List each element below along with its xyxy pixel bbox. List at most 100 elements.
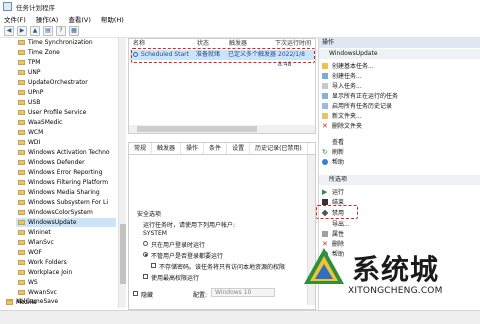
show-hide-tree-icon[interactable]: ▤ <box>43 25 53 36</box>
tab-settings[interactable]: 设置 <box>227 143 251 154</box>
window-titlebar: 任务计划程序 <box>0 0 480 13</box>
tasklist-hscrollbar[interactable] <box>129 125 315 133</box>
radio-whether-logged[interactable] <box>143 252 148 257</box>
tab-general[interactable]: 常规 <box>129 143 153 154</box>
import-task-icon <box>322 82 328 89</box>
tree-item[interactable]: WS <box>18 278 38 287</box>
tree-item[interactable]: USB <box>18 98 40 107</box>
folder-icon <box>18 240 25 245</box>
tree-item[interactable]: WlanSvc <box>18 238 54 247</box>
tree-item[interactable]: UPnP <box>18 88 43 97</box>
tab-history[interactable]: 历史记录(已禁用) <box>250 143 308 154</box>
action-run[interactable]: ▶ 运行 <box>322 187 344 196</box>
tree-item[interactable]: Workplace Join <box>18 268 72 277</box>
folder-icon <box>18 50 25 55</box>
action-delete-folder[interactable]: ✕ 删除文件夹 <box>322 121 362 130</box>
tree-item[interactable]: Time Synchronization <box>18 38 93 47</box>
details-tabs: 常规 触发器 操作 条件 设置 历史记录(已禁用) <box>129 143 315 154</box>
action-import-task[interactable]: 导入任务... <box>322 81 362 90</box>
highlight-disable-action <box>316 205 358 219</box>
folder-icon <box>18 290 25 295</box>
folder-icon <box>18 120 25 125</box>
tree-item[interactable]: WindowsColorSystem <box>18 208 93 217</box>
refresh-icon: ↻ <box>322 147 328 156</box>
tree-item[interactable]: WwanSvc <box>18 288 57 297</box>
folder-icon <box>18 80 25 85</box>
tree-item[interactable]: WOF <box>18 248 42 257</box>
view-icon <box>322 139 328 145</box>
status-bar <box>0 310 480 324</box>
tree-scroll-thumb[interactable] <box>120 224 126 284</box>
radio-logged-on[interactable] <box>143 241 148 246</box>
tree-item[interactable]: TPM <box>18 58 40 67</box>
action-new-folder[interactable]: 新文件夹... <box>322 111 362 120</box>
folder-icon <box>18 40 25 45</box>
action-create-task[interactable]: 创建任务... <box>322 71 362 80</box>
folder-tree: Time Synchronization Time Zone TPM UNP U… <box>0 38 126 308</box>
checkbox-no-password[interactable] <box>151 263 156 268</box>
tree-item[interactable]: UNP <box>18 68 41 77</box>
action-refresh[interactable]: ↻ 刷新 <box>322 147 344 156</box>
folder-icon <box>18 180 25 185</box>
tasklist-hscroll-thumb[interactable] <box>137 126 257 132</box>
folder-icon <box>18 170 25 175</box>
tree-item-windowsupdate[interactable]: WindowsUpdate <box>16 218 116 227</box>
checkbox-highest-privileges[interactable] <box>143 274 148 279</box>
run-icon: ▶ <box>322 187 328 196</box>
forward-arrow-icon[interactable]: ▶ <box>17 25 27 36</box>
tab-actions[interactable]: 操作 <box>181 143 205 154</box>
tree-item[interactable]: WDI <box>18 138 40 147</box>
action-view[interactable]: 查看 <box>322 137 344 146</box>
folder-icon <box>18 70 25 75</box>
tree-item[interactable]: WaaSMedic <box>18 118 62 127</box>
tree-item[interactable]: Wininet <box>18 228 51 237</box>
toolbar: ◀ ▶ ▲ ▤ ? ▦ <box>0 24 480 38</box>
folder-icon <box>18 90 25 95</box>
task-scheduler-app-icon <box>3 2 12 11</box>
actions-section-selected[interactable]: 所选项 <box>319 175 480 185</box>
tree-item[interactable]: User Profile Service <box>18 108 86 117</box>
action-create-basic-task[interactable]: 创建基本任务... <box>322 61 374 70</box>
back-arrow-icon[interactable]: ◀ <box>4 25 14 36</box>
tree-item[interactable]: Windows Activation Techno <box>18 148 110 157</box>
tree-item[interactable]: Windows Subsystem For Li <box>18 198 108 207</box>
menu-help[interactable]: 帮助(H) <box>101 14 124 24</box>
config-select[interactable]: Windows 10 <box>211 288 275 297</box>
menu-file[interactable]: 文件(F) <box>4 14 26 24</box>
menu-bar: 文件(F) 操作(A) 查看(V) 帮助(H) <box>0 13 480 24</box>
tree-item[interactable]: Windows Defender <box>18 158 85 167</box>
checkbox-hidden[interactable] <box>133 291 138 296</box>
watermark-title: 系统城 <box>352 253 440 286</box>
radio-whether-logged-label: 不管用户是否登录都要运行 <box>151 253 224 260</box>
tab-conditions[interactable]: 条件 <box>204 143 228 154</box>
highlight-task-row <box>131 48 315 63</box>
menu-view[interactable]: 查看(V) <box>68 14 91 24</box>
tree-item[interactable]: Windows Error Reporting <box>18 168 102 177</box>
export-icon <box>322 221 328 227</box>
create-task-icon <box>322 72 328 79</box>
tab-triggers[interactable]: 触发器 <box>152 143 182 154</box>
action-show-running[interactable]: 显示所有正在运行的任务 <box>322 91 398 100</box>
help-icon[interactable]: ? <box>56 25 66 36</box>
delete-folder-icon: ✕ <box>322 121 328 130</box>
folder-up-icon[interactable]: ▲ <box>30 25 40 36</box>
tree-item[interactable]: UpdateOrchestrator <box>18 78 88 87</box>
tree-item[interactable]: Windows Filtering Platform <box>18 178 108 187</box>
action-properties[interactable]: 属性 <box>322 229 344 238</box>
action-enable-history[interactable]: 启用所有任务历史记录 <box>322 101 392 110</box>
tree-item[interactable]: Work Folders <box>18 258 67 267</box>
actions-section-folder[interactable]: WindowsUpdate <box>319 49 480 59</box>
action-export[interactable]: 导出... <box>322 219 350 228</box>
task-details: 常规 触发器 操作 条件 设置 历史记录(已禁用) 安全选项 运行任务时，请使用… <box>128 142 316 310</box>
properties-icon[interactable]: ▦ <box>69 25 79 36</box>
watermark-logo <box>304 248 344 284</box>
tree-item-mozilla[interactable]: Mozilla <box>6 298 37 307</box>
tree-item[interactable]: WCM <box>18 128 43 137</box>
menu-action[interactable]: 操作(A) <box>36 14 59 24</box>
tree-item[interactable]: Windows Media Sharing <box>18 188 100 197</box>
folder-icon <box>18 270 25 275</box>
action-help-1[interactable]: 帮助 <box>322 157 344 166</box>
tree-scrollbar[interactable] <box>118 38 126 308</box>
folder-icon <box>18 190 25 195</box>
tree-item[interactable]: Time Zone <box>18 48 60 57</box>
